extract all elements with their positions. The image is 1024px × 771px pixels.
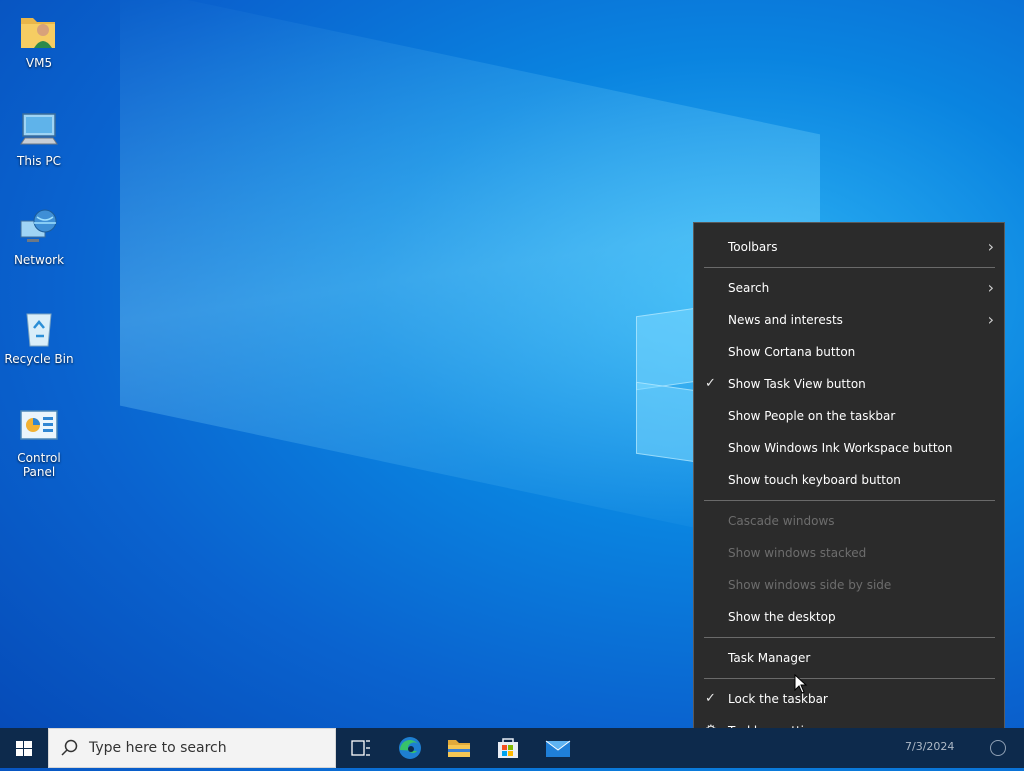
menu-item-label: Show Windows Ink Workspace button [728, 441, 953, 455]
checkmark-icon: ✓ [705, 376, 716, 391]
taskbar-clock-date[interactable]: 7/3/2024 [905, 740, 954, 753]
menu-item-show-cortana-button[interactable]: Show Cortana button [694, 336, 1004, 368]
menu-item-label: Show windows side by side [728, 578, 892, 592]
taskbar-store-button[interactable] [484, 728, 532, 768]
taskbar-edge-button[interactable] [386, 728, 434, 768]
computer-icon [17, 108, 61, 152]
menu-item-show-windows-stacked: Show windows stacked [694, 537, 1004, 569]
menu-item-lock-the-taskbar[interactable]: ✓ Lock the taskbar [694, 683, 1004, 715]
user-folder-icon [17, 10, 61, 54]
menu-separator [704, 637, 995, 638]
desktop-icon-vm5[interactable]: VM5 [0, 10, 78, 70]
menu-item-label: News and interests [728, 313, 843, 327]
menu-item-toolbars[interactable]: Toolbars › [694, 231, 1004, 263]
checkmark-icon: ✓ [705, 691, 716, 706]
menu-item-label: Show People on the taskbar [728, 409, 896, 423]
menu-separator [704, 267, 995, 268]
desktop-icon-label: This PC [17, 154, 61, 168]
desktop-icon-label: Recycle Bin [4, 352, 74, 366]
menu-item-task-manager[interactable]: Task Manager [694, 642, 1004, 674]
taskbar-mail-button[interactable] [534, 728, 582, 768]
edge-icon [399, 737, 421, 759]
menu-item-search[interactable]: Search › [694, 272, 1004, 304]
menu-item-label: Task Manager [728, 651, 811, 665]
file-explorer-icon [448, 740, 470, 757]
taskbar-file-explorer-button[interactable] [435, 728, 483, 768]
recycle-bin-icon [17, 306, 61, 350]
menu-separator [704, 678, 995, 679]
menu-item-news-and-interests[interactable]: News and interests › [694, 304, 1004, 336]
menu-item-label: Show Task View button [728, 377, 866, 391]
menu-item-show-touch-keyboard[interactable]: Show touch keyboard button [694, 464, 1004, 496]
mail-icon [545, 740, 571, 757]
menu-item-show-windows-side-by-side: Show windows side by side [694, 569, 1004, 601]
task-view-icon [351, 740, 370, 756]
menu-item-cascade-windows: Cascade windows [694, 505, 1004, 537]
chevron-right-icon: › [987, 237, 994, 256]
network-icon [17, 207, 61, 251]
taskbar-search-box[interactable]: Type here to search [48, 728, 336, 768]
menu-item-show-ink-workspace[interactable]: Show Windows Ink Workspace button [694, 432, 1004, 464]
desktop-icon-recycle-bin[interactable]: Recycle Bin [0, 306, 78, 366]
menu-item-label: Show Cortana button [728, 345, 856, 359]
search-placeholder: Type here to search [89, 740, 227, 756]
menu-item-show-task-view-button[interactable]: ✓ Show Task View button [694, 368, 1004, 400]
search-icon [61, 739, 78, 756]
mouse-cursor-icon [794, 674, 808, 694]
menu-item-label: Toolbars [728, 240, 778, 254]
taskbar: Type here to search 7/3/2024 [0, 728, 1024, 768]
chevron-right-icon: › [987, 278, 994, 297]
desktop-icon-this-pc[interactable]: This PC [0, 108, 78, 168]
control-panel-icon [17, 405, 61, 449]
menu-item-label: Search [728, 281, 770, 295]
notification-icon[interactable] [990, 740, 1006, 756]
desktop-icon-network[interactable]: Network [0, 207, 78, 267]
taskbar-context-menu: Toolbars › Search › News and interests ›… [693, 222, 1005, 754]
store-icon [498, 738, 518, 758]
menu-item-label: Lock the taskbar [728, 692, 828, 706]
start-button[interactable] [0, 728, 48, 768]
menu-item-show-the-desktop[interactable]: Show the desktop [694, 601, 1004, 633]
menu-item-show-people[interactable]: Show People on the taskbar [694, 400, 1004, 432]
desktop-icon-control-panel[interactable]: Control Panel [0, 405, 78, 479]
chevron-right-icon: › [987, 310, 994, 329]
desktop-icon-label: Control Panel [17, 451, 61, 479]
menu-item-label: Show the desktop [728, 610, 836, 624]
desktop-icon-label: Network [13, 253, 65, 267]
menu-item-label: Cascade windows [728, 514, 835, 528]
menu-item-label: Show windows stacked [728, 546, 867, 560]
windows-logo-icon [16, 741, 32, 756]
desktop-icon-label: VM5 [25, 56, 53, 70]
task-view-button[interactable] [336, 728, 384, 768]
menu-separator [704, 500, 995, 501]
menu-item-label: Show touch keyboard button [728, 473, 901, 487]
